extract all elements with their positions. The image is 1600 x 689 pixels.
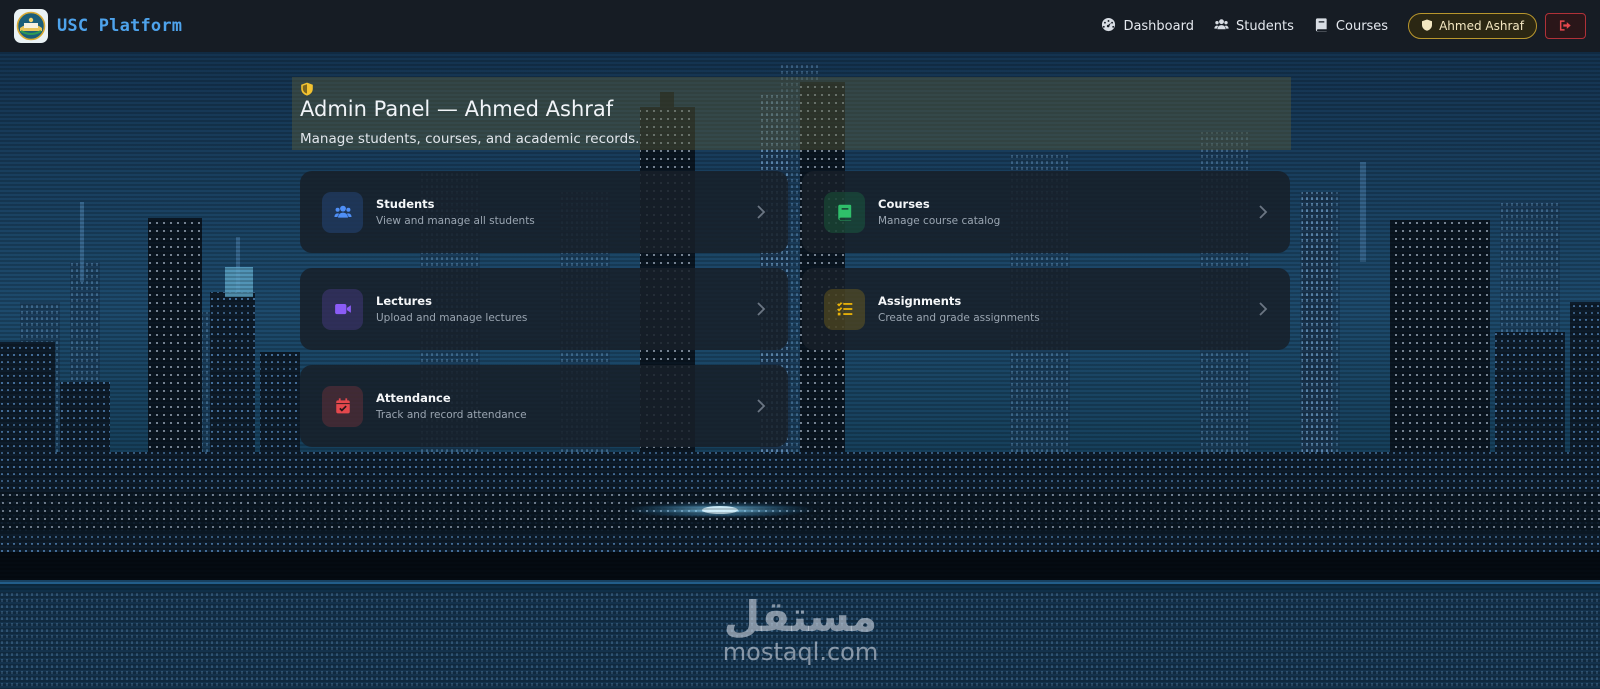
card-description: Upload and manage lectures [376, 312, 528, 324]
gauge-icon [1101, 17, 1116, 36]
users-icon [1214, 17, 1229, 36]
card-attendance[interactable]: Attendance Track and record attendance [300, 365, 788, 447]
user-name-label: Ahmed Ashraf [1439, 19, 1524, 33]
brand-name: USC Platform [57, 16, 183, 36]
card-description: View and manage all students [376, 215, 535, 227]
card-assignments[interactable]: Assignments Create and grade assignments [802, 268, 1290, 350]
chevron-right-icon [754, 301, 768, 317]
chevron-right-icon [754, 398, 768, 414]
admin-shield-icon [300, 81, 314, 96]
card-description: Manage course catalog [878, 215, 1001, 227]
mostaql-watermark: مستقل mostaql.com [708, 592, 893, 666]
tasks-icon [824, 288, 865, 330]
brand-logo-icon [14, 9, 48, 43]
watermark-latin-text: mostaql.com [722, 638, 879, 666]
nav-link-dashboard-label: Dashboard [1123, 18, 1194, 34]
top-navbar: USC Platform Dashboard Students Courses … [0, 0, 1600, 52]
card-title: Students [376, 197, 435, 211]
logout-button[interactable] [1545, 13, 1586, 39]
calendar-check-icon [322, 385, 363, 427]
users-icon [322, 191, 363, 233]
book-icon [1314, 17, 1329, 36]
card-courses[interactable]: Courses Manage course catalog [802, 171, 1290, 253]
page-title: Admin Panel — Ahmed Ashraf [300, 97, 614, 121]
chevron-right-icon [1256, 301, 1270, 317]
card-title: Courses [878, 197, 930, 211]
sign-out-icon [1559, 17, 1572, 36]
card-lectures[interactable]: Lectures Upload and manage lectures [300, 268, 788, 350]
chevron-right-icon [754, 204, 768, 220]
nav-link-dashboard[interactable]: Dashboard [1101, 17, 1194, 36]
book-icon [824, 191, 865, 233]
card-title: Assignments [878, 294, 962, 308]
card-description: Create and grade assignments [878, 312, 1040, 324]
user-menu-button[interactable]: Ahmed Ashraf [1408, 13, 1537, 39]
brand[interactable]: USC Platform [14, 9, 182, 43]
nav-link-students-label: Students [1235, 18, 1294, 34]
card-title: Lectures [376, 294, 432, 308]
watermark-arabic-text: مستقل [723, 592, 878, 641]
nav-link-courses[interactable]: Courses [1314, 17, 1388, 36]
card-students[interactable]: Students View and manage all students [300, 171, 788, 253]
nav-link-students[interactable]: Students [1214, 17, 1294, 36]
page-subtitle: Manage students, courses, and academic r… [300, 131, 640, 147]
video-icon [322, 288, 363, 330]
card-description: Track and record attendance [376, 409, 527, 421]
nav-link-courses-label: Courses [1335, 18, 1389, 34]
shield-icon [1421, 19, 1433, 34]
card-title: Attendance [376, 391, 451, 405]
chevron-right-icon [1256, 204, 1270, 220]
